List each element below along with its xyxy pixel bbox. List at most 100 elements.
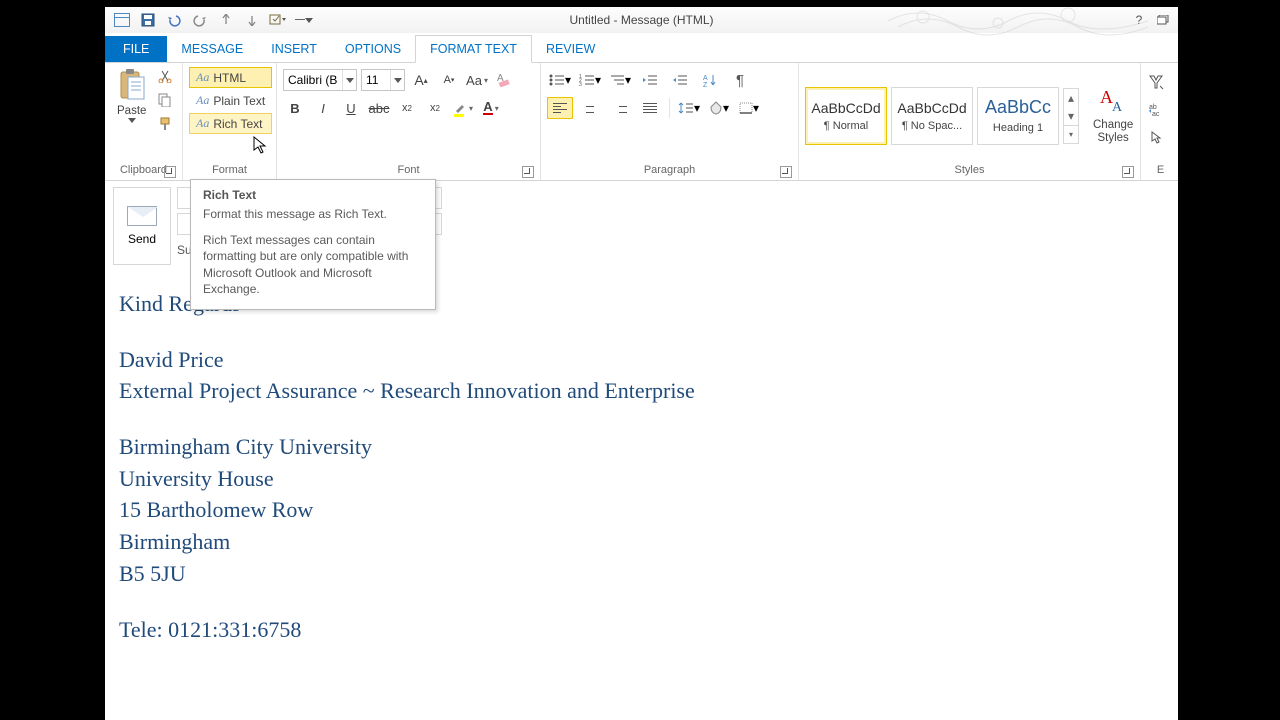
strikethrough-button[interactable]: abc [367,97,391,119]
group-editing: abac E [1141,63,1178,180]
format-rich-button[interactable]: AaRich Text [189,113,272,134]
svg-text:ac: ac [1152,111,1160,117]
styles-dialog-launcher[interactable] [1122,166,1134,178]
format-html-button[interactable]: AaHTML [189,67,272,88]
superscript-button[interactable]: x2 [423,97,447,119]
tab-options[interactable]: OPTIONS [331,36,415,62]
clipboard-dialog-launcher[interactable] [164,166,176,178]
group-font: A▴ A▾ Aa▾ A B I U abc x2 x2 ▾ A▾ Font [277,63,541,180]
align-right-button[interactable] [607,97,633,119]
replace-icon[interactable]: abac [1147,99,1165,121]
format-plain-button[interactable]: AaPlain Text [189,90,272,111]
format-plain-label: Plain Text [213,94,265,108]
shading-button[interactable]: ▾ [706,97,732,119]
qat-more-icon[interactable] [293,9,315,31]
font-size-input[interactable] [362,70,390,90]
underline-button[interactable]: U [339,97,363,119]
styles-gallery-more[interactable]: ▾ [1064,125,1078,143]
clear-formatting-icon[interactable]: A [493,69,517,91]
paragraph-dialog-launcher[interactable] [780,166,792,178]
styles-gallery-down[interactable]: ▾ [1064,107,1078,125]
qat-customize-icon[interactable] [267,9,289,31]
ribbon-decoration [888,5,1148,37]
group-format: AaHTML AaPlain Text AaRich Text Format [183,63,277,180]
restore-icon[interactable] [1154,11,1172,29]
tab-file[interactable]: FILE [105,36,167,62]
styles-group-label: Styles [955,164,985,176]
multilevel-list-button[interactable]: ▾ [607,69,633,91]
next-item-icon[interactable] [241,9,263,31]
paste-label: Paste [117,105,146,117]
bold-button[interactable]: B [283,97,307,119]
decrease-indent-button[interactable] [637,69,663,91]
format-group-label: Format [212,164,247,176]
tooltip-line-2: Rich Text messages can contain formattin… [203,232,423,297]
signature-tele: Tele: 0121:331:6758 [119,615,1164,645]
prev-item-icon[interactable] [215,9,237,31]
tooltip-line-1: Format this message as Rich Text. [203,206,423,222]
font-name-dropdown-icon[interactable] [342,70,356,90]
shrink-font-button[interactable]: A▾ [437,69,461,91]
svg-text:A: A [497,73,504,84]
window-icon[interactable] [111,9,133,31]
undo-icon[interactable] [163,9,185,31]
group-clipboard: Paste Clipboard [105,63,183,180]
font-group-label: Font [397,164,419,176]
tab-message[interactable]: MESSAGE [167,36,257,62]
sort-button[interactable]: AZ [697,69,723,91]
quick-access-toolbar [105,9,315,31]
highlight-button[interactable]: ▾ [451,97,475,119]
signature-addr1: Birmingham City University [119,432,1164,462]
send-button[interactable]: Send [113,187,171,265]
line-spacing-button[interactable]: ▾ [676,97,702,119]
tab-review[interactable]: REVIEW [532,36,609,62]
svg-text:3: 3 [579,82,582,86]
font-size-dropdown-icon[interactable] [390,70,404,90]
editing-group-label: E [1157,164,1164,176]
svg-text:Z: Z [703,82,708,87]
align-left-button[interactable] [547,97,573,119]
svg-text:A: A [703,75,708,82]
format-rich-label: Rich Text [213,117,262,131]
italic-button[interactable]: I [311,97,335,119]
save-icon[interactable] [137,9,159,31]
outlook-compose-window: Untitled - Message (HTML) ? FILE MESSAGE… [105,7,1178,720]
numbering-button[interactable]: 123▾ [577,69,603,91]
increase-indent-button[interactable] [667,69,693,91]
bullets-button[interactable]: ▾ [547,69,573,91]
redo-icon[interactable] [189,9,211,31]
paste-button[interactable]: Paste [111,65,152,127]
style-no-spacing[interactable]: AaBbCcDd¶ No Spac... [891,87,973,145]
show-hide-button[interactable]: ¶ [727,69,753,91]
font-dialog-launcher[interactable] [522,166,534,178]
message-body[interactable]: Kind Regards David Price External Projec… [105,271,1178,664]
format-painter-icon[interactable] [154,113,176,135]
styles-gallery-up[interactable]: ▴ [1064,89,1078,107]
change-styles-label: Change Styles [1093,119,1133,144]
style-normal[interactable]: AaBbCcDd¶ Normal [805,87,887,145]
ribbon-tabs: FILE MESSAGE INSERT OPTIONS FORMAT TEXT … [105,33,1178,63]
font-name-input[interactable] [284,70,342,90]
grow-font-button[interactable]: A▴ [409,69,433,91]
signature-role: External Project Assurance ~ Research In… [119,376,1164,406]
style-heading-1[interactable]: AaBbCcHeading 1 [977,87,1059,145]
font-size-combo[interactable] [361,69,405,91]
title-bar: Untitled - Message (HTML) ? [105,7,1178,33]
find-icon[interactable] [1147,71,1165,93]
group-paragraph: ▾ 123▾ ▾ AZ ¶ ▾ ▾ ▾ [541,63,799,180]
tab-format-text[interactable]: FORMAT TEXT [415,35,532,63]
tab-insert[interactable]: INSERT [257,36,331,62]
signature-addr5: B5 5JU [119,559,1164,589]
copy-icon[interactable] [154,89,176,111]
borders-button[interactable]: ▾ [736,97,762,119]
change-styles-button[interactable]: AA Change Styles [1087,83,1139,148]
align-justify-button[interactable] [637,97,663,119]
align-center-button[interactable] [577,97,603,119]
font-name-combo[interactable] [283,69,357,91]
font-color-button[interactable]: A▾ [479,97,503,119]
clipboard-group-label: Clipboard [120,164,167,176]
select-icon[interactable] [1147,127,1165,149]
change-case-button[interactable]: Aa▾ [465,69,489,91]
cut-icon[interactable] [154,65,176,87]
subscript-button[interactable]: x2 [395,97,419,119]
